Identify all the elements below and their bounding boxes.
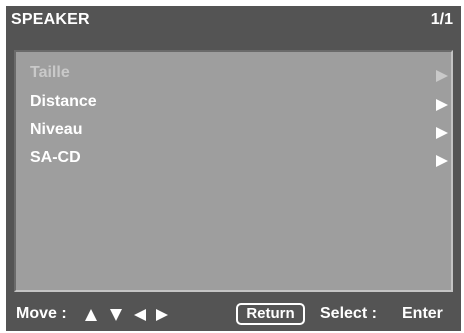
right-triangle-icon [436,127,448,139]
header-bar: SPEAKER 1/1 [6,6,461,37]
left-triangle-icon [134,309,146,321]
menu-panel: Taille Distance Niveau SA-CD [14,50,453,292]
menu-item-label: SA-CD [30,149,81,166]
page-indicator: 1/1 [430,11,453,28]
page-title: SPEAKER [11,11,90,28]
menu-item-sa-cd[interactable]: SA-CD [30,149,450,173]
right-triangle-icon [436,155,448,167]
footer-bar: Move : Return Select : Enter [6,301,461,329]
up-triangle-icon [85,309,97,321]
speaker-osd-menu: SPEAKER 1/1 Taille Distance Niveau SA-CD… [6,6,461,331]
return-button[interactable]: Return [236,303,305,325]
enter-label[interactable]: Enter [402,305,443,323]
menu-item-niveau[interactable]: Niveau [30,121,450,145]
down-triangle-icon [110,309,122,321]
menu-item-label: Niveau [30,121,83,138]
menu-item-taille[interactable]: Taille [30,64,450,88]
move-label: Move : [16,305,67,322]
right-triangle-icon [436,70,448,82]
right-triangle-icon [156,309,168,321]
select-label: Select : [320,305,377,322]
menu-item-label: Distance [30,93,97,110]
right-triangle-icon [436,99,448,111]
menu-item-distance[interactable]: Distance [30,93,450,117]
menu-item-label: Taille [30,64,70,81]
screen: SPEAKER 1/1 Taille Distance Niveau SA-CD… [0,0,464,333]
